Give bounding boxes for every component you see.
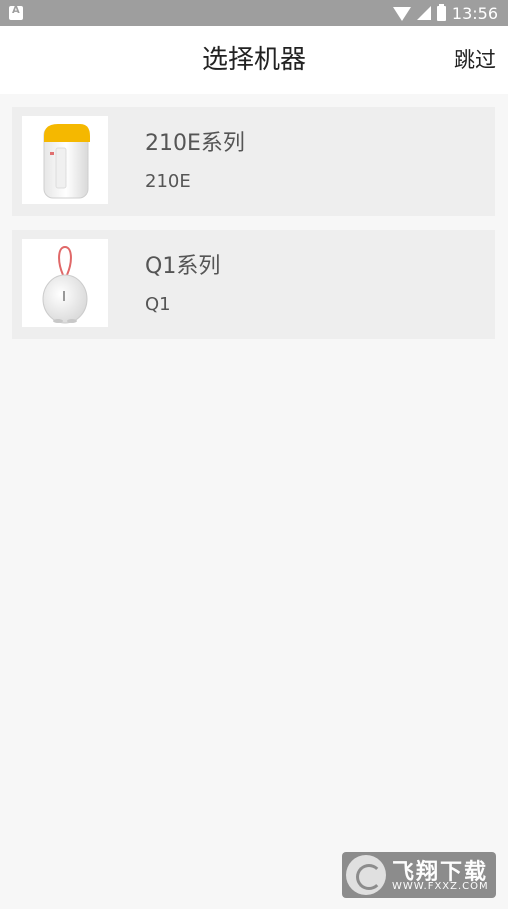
device-card-q1[interactable]: Q1系列 Q1: [12, 230, 495, 339]
notification-app-letter: A: [12, 5, 20, 16]
label-printer-210e-image: [22, 116, 108, 204]
watermark-badge: 飞翔下载 WWW.FXXZ.COM: [342, 852, 496, 898]
device-series-label: Q1系列: [145, 254, 221, 279]
device-model-label: Q1: [145, 294, 171, 315]
page-title: 选择机器: [201, 45, 306, 75]
watermark-logo-icon: [346, 855, 386, 895]
status-bar: A 13:56: [0, 0, 508, 26]
wifi-icon: [392, 7, 411, 21]
device-series-label: 210E系列: [145, 131, 245, 156]
skip-button[interactable]: 跳过: [454, 26, 496, 94]
device-list: 210E系列 210E Q1系列 Q1: [12, 107, 495, 353]
egg-printer-q1-image: [22, 239, 108, 327]
watermark-url: WWW.FXXZ.COM: [392, 881, 489, 892]
battery-icon: [436, 3, 446, 21]
status-icons: 13:56: [392, 0, 498, 26]
notification-app-icon: A: [9, 5, 23, 20]
device-card-210e[interactable]: 210E系列 210E: [12, 107, 495, 216]
printer-q1-illustration: [42, 246, 88, 324]
status-time: 13:56: [451, 3, 498, 23]
device-model-label: 210E: [145, 171, 191, 192]
app-header: 选择机器 跳过: [0, 26, 508, 94]
printer-210e-illustration: [43, 124, 90, 199]
signal-icon: [416, 6, 431, 20]
